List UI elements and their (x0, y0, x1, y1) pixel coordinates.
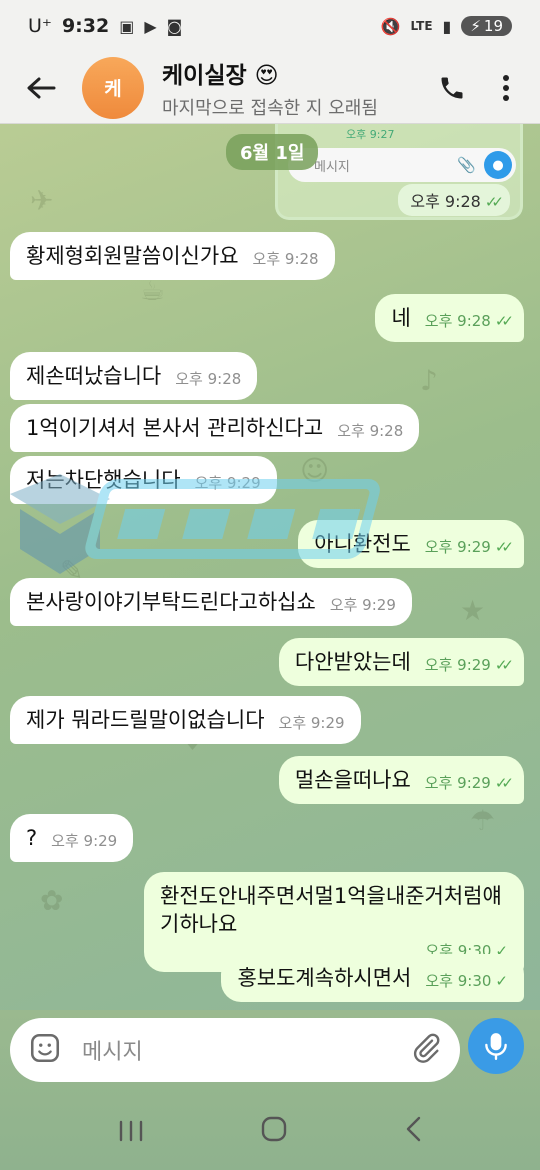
preview-time: 오후 9:28 ✓✓ (398, 184, 510, 216)
battery-level: 19 (483, 17, 503, 35)
message-incoming[interactable]: 저는차단햇습니다 오후 9:29 (10, 456, 277, 505)
last-seen-status: 마지막으로 접속한 지 오래됨 (162, 97, 378, 119)
paperclip-icon[interactable] (410, 1032, 442, 1068)
preview-input-placeholder: 메시지 (314, 159, 350, 175)
double-check-icon: ✓✓ (484, 193, 504, 211)
status-bar: U⁺ 9:32 ▣ ▶ ◙ 🔇 LTE ▮ ⚡ 19 (0, 0, 540, 52)
signal-icon: ▮ (442, 16, 452, 36)
back-button[interactable] (0, 52, 82, 124)
doodle-icon: ☺ (300, 454, 330, 487)
message-text: 저는차단햇습니다 (26, 468, 181, 492)
message-text: 아니환전도 (314, 532, 411, 556)
youtube-icon: ▶ (144, 16, 157, 36)
message-incoming[interactable]: 본사랑이야기부탁드린다고하십쇼 오후 9:29 (10, 578, 412, 627)
chat-title: 케이실장 😍 (162, 62, 279, 89)
message-incoming[interactable]: 황제형회원말씀이신가요 오후 9:28 (10, 232, 335, 281)
doodle-icon: ★ (460, 594, 486, 627)
preview-time-label: 오후 9:28 (410, 192, 481, 211)
message-text: 본사랑이야기부탁드린다고하십쇼 (26, 590, 316, 614)
message-time: 오후 9:29 (424, 538, 491, 557)
message-time: 오후 9:29 (329, 596, 396, 615)
message-incoming[interactable]: 1억이기셔서 본사서 관리하신다고 오후 9:28 (10, 404, 420, 453)
recent-apps-button[interactable] (118, 1116, 144, 1149)
message-text: 황제형회원말씀이신가요 (26, 244, 239, 268)
double-check-icon: ✓✓ (494, 312, 514, 331)
message-text: 홍보도계속하시면서 (237, 966, 412, 990)
message-outgoing[interactable]: 멀손을떠나요 오후 9:29 ✓✓ (278, 756, 524, 805)
message-input-bar[interactable]: 메시지 (10, 1018, 460, 1082)
preview-paperclip-icon: 📎 (457, 156, 476, 174)
message-outgoing[interactable]: 네 오후 9:28 ✓✓ (375, 294, 524, 343)
chat-header: 케 케이실장 😍 마지막으로 접속한 지 오래됨 (0, 52, 540, 124)
message-text: 제손떠났습니다 (26, 364, 162, 388)
back-nav-button[interactable] (404, 1116, 422, 1149)
mute-icon: 🔇 (380, 16, 401, 36)
message-time: 오후 9:29 (278, 714, 345, 733)
double-check-icon: ✓✓ (494, 656, 514, 675)
preview-mini-time: 오후 9:27 (346, 128, 395, 141)
phone-icon[interactable] (438, 74, 466, 102)
message-outgoing[interactable]: 다안받았는데 오후 9:29 ✓✓ (278, 638, 524, 687)
system-nav-bar (0, 1094, 540, 1170)
more-options-icon[interactable] (502, 74, 510, 102)
message-time: 오후 9:29 (51, 832, 118, 851)
message-time: 오후 9:28 (337, 422, 404, 441)
message-time: 오후 9:28 (252, 250, 319, 269)
home-button[interactable] (261, 1116, 287, 1149)
doodle-icon: ✿ (40, 884, 64, 917)
message-text: 제가 뭐라드릴말이없습니다 (26, 708, 265, 732)
network-type: LTE (410, 19, 433, 33)
message-outgoing[interactable]: 아니환전도 오후 9:29 ✓✓ (298, 520, 524, 569)
message-time: 오후 9:29 (424, 774, 491, 793)
message-text: 네 (391, 306, 411, 330)
carrier-label: U⁺ (28, 15, 52, 37)
message-text: ? (26, 826, 38, 850)
message-text: 다안받았는데 (294, 650, 411, 674)
media-icon: ◙ (166, 16, 183, 36)
message-text: 환전도안내주면서멀1억을내준거처럼얘기하나요 (160, 884, 502, 937)
message-incoming[interactable]: ? 오후 9:29 (10, 814, 134, 863)
chat-title-area[interactable]: 케이실장 😍 마지막으로 접속한 지 오래됨 (162, 56, 392, 120)
screenshot-icon: ▣ (119, 16, 135, 36)
preview-mic-icon: ● (484, 151, 512, 179)
battery-indicator: ⚡ 19 (461, 16, 512, 36)
home-icon (261, 1116, 287, 1141)
message-time: 오후 9:29 (424, 656, 491, 675)
arrow-left-icon (27, 77, 56, 98)
message-time: 오후 9:28 (424, 312, 491, 331)
chevron-left-icon (406, 1116, 420, 1141)
message-time: 오후 9:30 (425, 972, 492, 991)
message-incoming[interactable]: 제손떠났습니다 오후 9:28 (10, 352, 258, 401)
message-time: 오후 9:28 (175, 370, 242, 389)
chat-area[interactable]: ✈ ☕ ♪ ☺ ✎ ★ ♥ ☂ ✿ ☼ 오후 9:27 메시지 📎 ● 오후 9… (0, 124, 540, 1012)
message-input[interactable]: 메시지 (82, 1034, 143, 1066)
message-outgoing[interactable]: 홍보도계속하시면서 오후 9:30 ✓ (221, 954, 524, 1003)
message-text: 1억이기셔서 본사서 관리하신다고 (26, 416, 324, 440)
message-time: 오후 9:29 (194, 474, 261, 493)
preview-input: 메시지 📎 ● (288, 148, 516, 182)
emoji-sticker-icon[interactable] (28, 1031, 62, 1069)
check-icon: ✓ (495, 972, 508, 991)
double-check-icon: ✓✓ (494, 774, 514, 793)
double-check-icon: ✓✓ (494, 538, 514, 557)
clock: 9:32 (61, 15, 110, 37)
date-chip: 6월 1일 (226, 134, 319, 170)
doodle-icon: ♪ (420, 364, 438, 397)
recent-apps-icon (120, 1120, 143, 1141)
charging-icon: ⚡ (470, 17, 481, 35)
message-text: 멀손을떠나요 (294, 768, 411, 792)
microphone-button[interactable] (468, 1018, 524, 1074)
doodle-icon: ☂ (470, 804, 496, 837)
microphone-icon (485, 1033, 507, 1061)
doodle-icon: ✈ (30, 184, 54, 217)
message-incoming[interactable]: 제가 뭐라드릴말이없습니다 오후 9:29 (10, 696, 361, 745)
avatar[interactable]: 케 (82, 56, 144, 119)
